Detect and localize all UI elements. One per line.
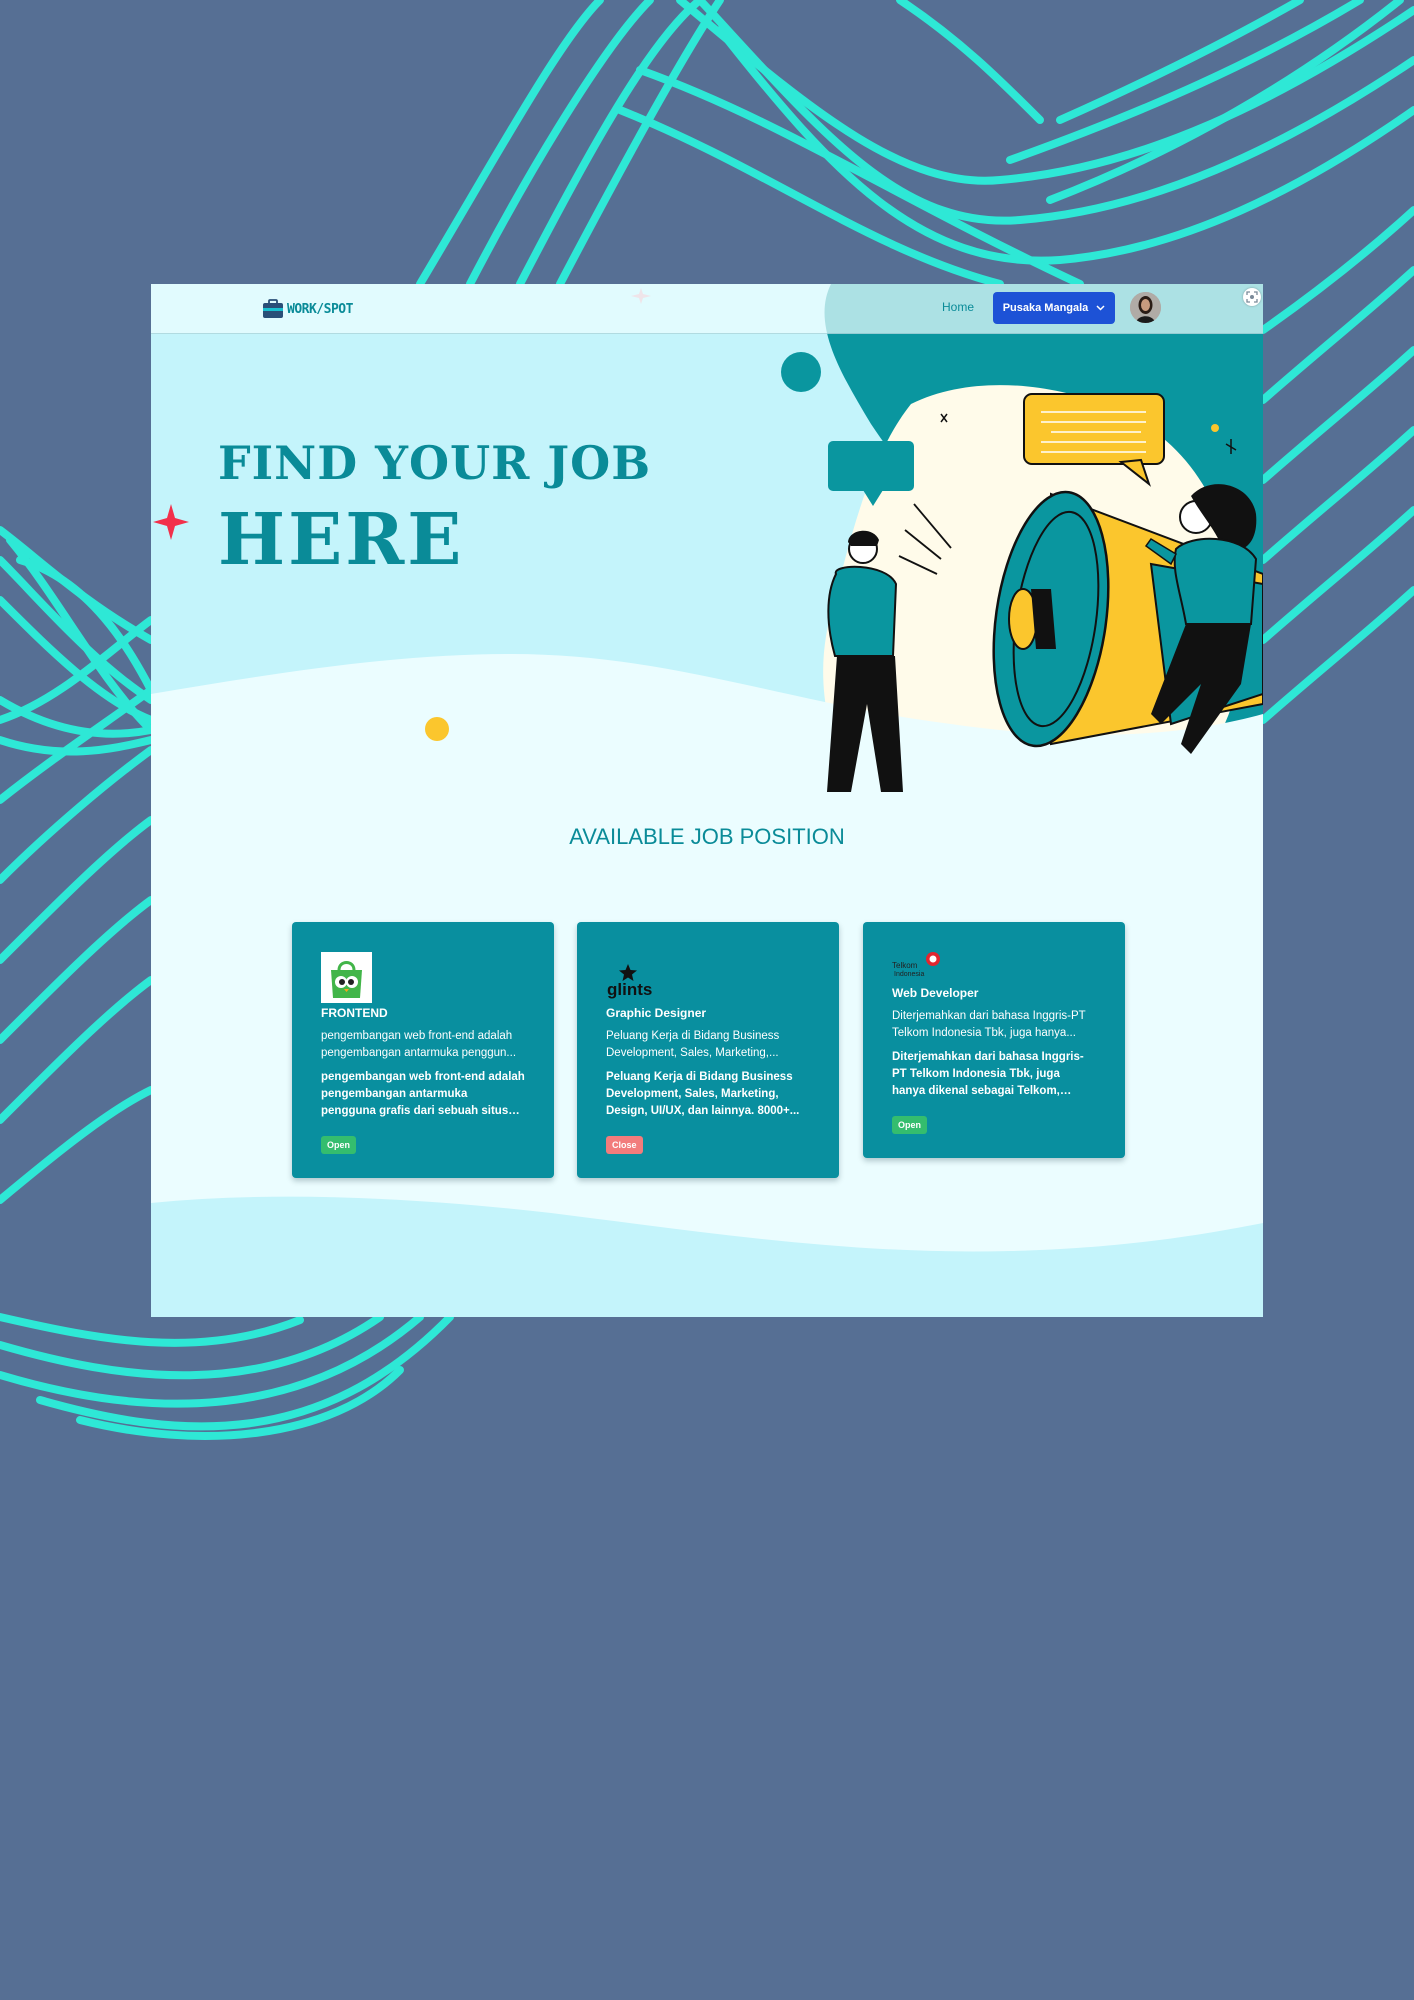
app-window: WORK/SPOT Home Pusaka Mangala FIND YOUR … bbox=[151, 284, 1263, 1317]
job-card-frontend[interactable]: FRONTEND pengembangan web front-end adal… bbox=[292, 922, 554, 1178]
job-card-graphic-designer[interactable]: glints Graphic Designer Peluang Kerja di… bbox=[577, 922, 839, 1178]
status-badge: Open bbox=[321, 1136, 357, 1154]
job-description: Diterjemahkan dari bahasa Inggris-PT Tel… bbox=[892, 1051, 1084, 1097]
status-badge: Open bbox=[892, 1116, 928, 1134]
job-summary: pengembangan web front-end adalah pengem… bbox=[321, 1030, 517, 1059]
telkom-indonesia-logo: Telkom Indonesia bbox=[892, 952, 940, 978]
briefcase-icon bbox=[263, 299, 283, 318]
indonesia-logo-text: Indonesia bbox=[894, 971, 924, 978]
job-card-web-developer[interactable]: Telkom Indonesia Web Developer Diterjema… bbox=[863, 922, 1125, 1158]
navbar: WORK/SPOT Home Pusaka Mangala bbox=[151, 284, 1263, 334]
hero-section: WORK/SPOT Home Pusaka Mangala FIND YOUR … bbox=[151, 284, 1263, 804]
job-description: Peluang Kerja di Bidang Business Develop… bbox=[606, 1071, 800, 1117]
screenshot-icon[interactable] bbox=[1243, 288, 1261, 306]
section-title: AVAILABLE JOB POSITION bbox=[569, 824, 845, 849]
job-description: pengembangan web front-end adalah pengem… bbox=[321, 1071, 525, 1117]
user-name: Pusaka Mangala bbox=[1002, 302, 1089, 314]
job-summary: Peluang Kerja di Bidang Business Develop… bbox=[606, 1030, 780, 1059]
glints-logo: glints bbox=[607, 964, 652, 999]
job-title: Graphic Designer bbox=[606, 1006, 707, 1020]
status-badge: Close bbox=[606, 1136, 643, 1154]
glints-logo-text: glints bbox=[607, 980, 652, 999]
hero-title-line1: FIND YOUR JOB bbox=[218, 436, 652, 490]
hero-title: FIND YOUR JOB HERE bbox=[218, 440, 651, 575]
job-title: Web Developer bbox=[892, 986, 979, 1000]
tokopedia-logo bbox=[321, 952, 372, 1003]
avatar[interactable] bbox=[1130, 292, 1161, 323]
user-dropdown-button[interactable]: Pusaka Mangala bbox=[993, 292, 1115, 324]
job-summary: Diterjemahkan dari bahasa Inggris-PT Tel… bbox=[892, 1010, 1086, 1039]
logo-text: WORK/SPOT bbox=[287, 301, 353, 317]
chevron-down-icon bbox=[1096, 305, 1105, 311]
footer-wave bbox=[151, 1196, 1263, 1317]
logo[interactable]: WORK/SPOT bbox=[262, 298, 353, 320]
nav-home-link[interactable]: Home bbox=[942, 300, 974, 314]
telkom-logo-text: Telkom bbox=[892, 961, 918, 970]
job-title: FRONTEND bbox=[321, 1006, 388, 1020]
hero-title-line2: HERE bbox=[218, 497, 465, 581]
